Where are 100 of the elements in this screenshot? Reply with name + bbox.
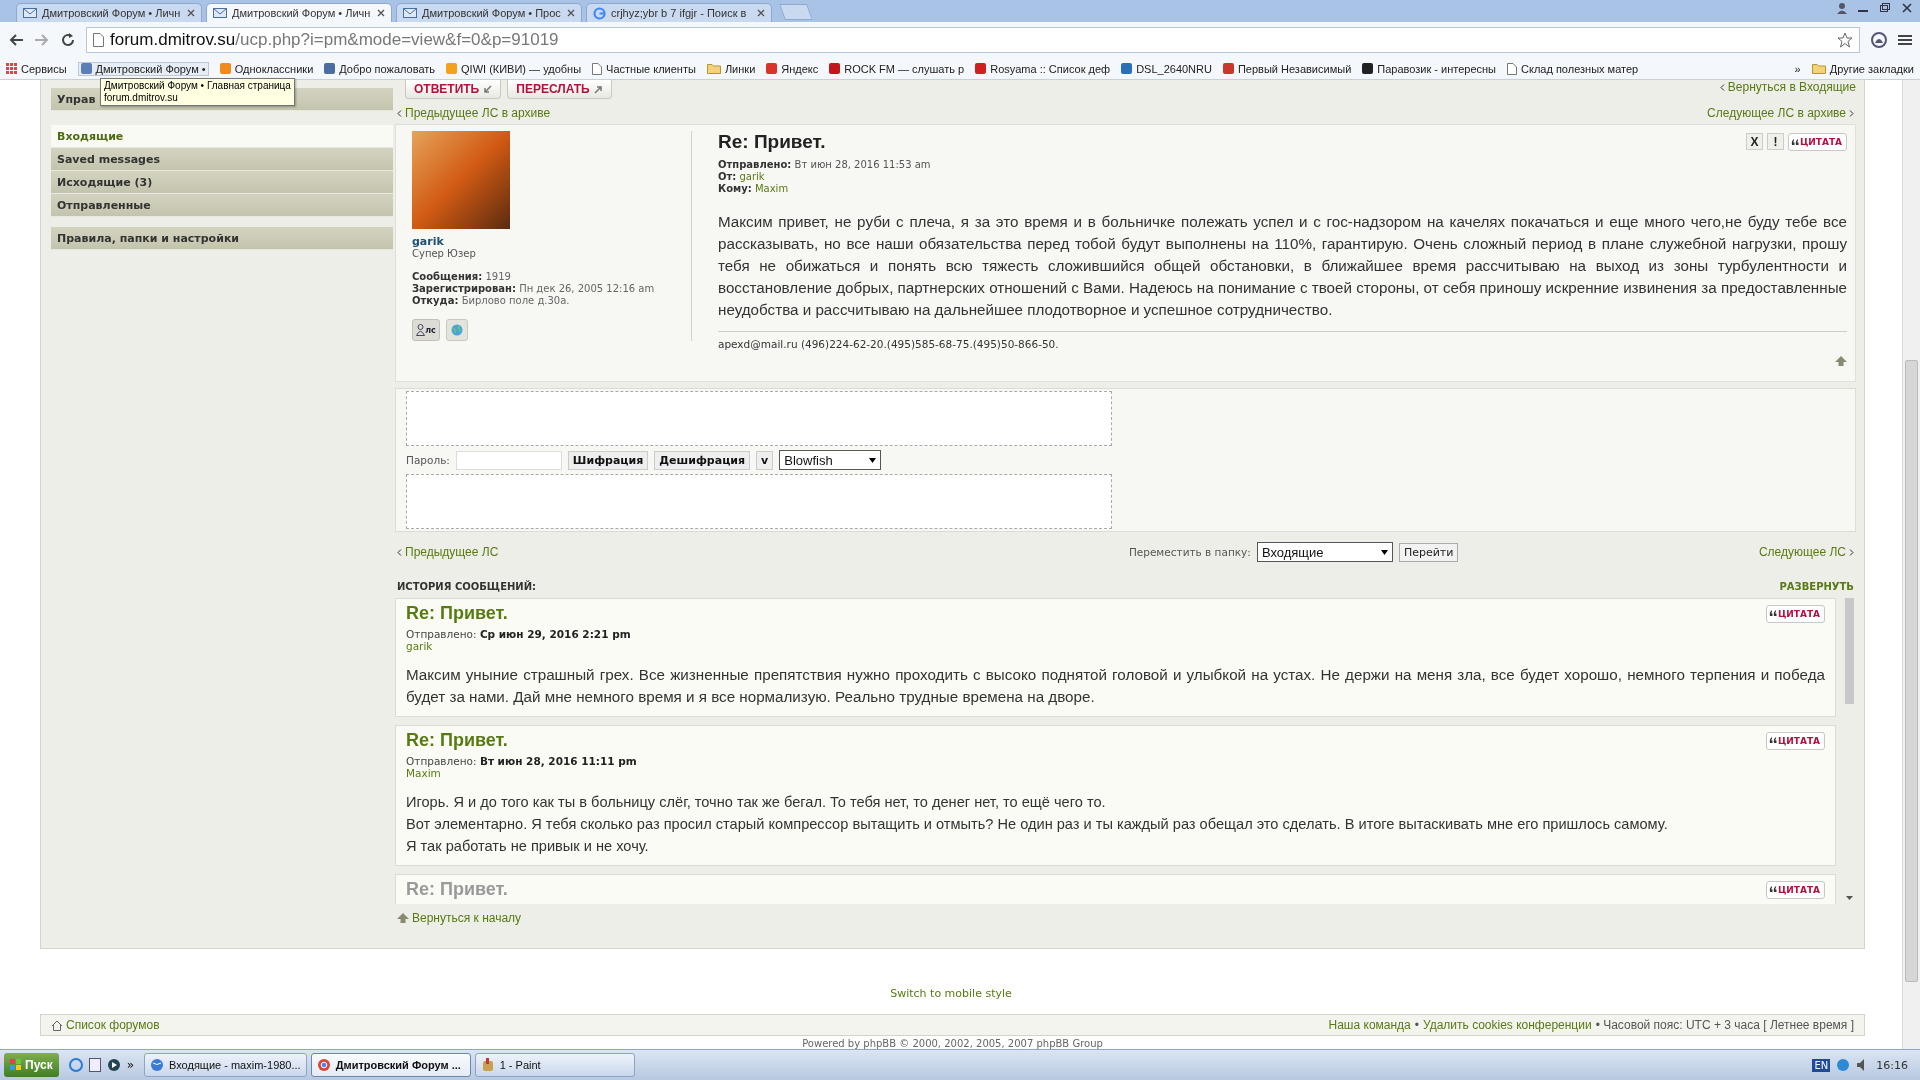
algorithm-dropdown[interactable]: Blowfish	[779, 450, 882, 470]
previous-link[interactable]: Предыдущее ЛС	[397, 545, 499, 559]
author-link[interactable]: Maxim	[406, 767, 1825, 779]
scrollbar-thumb[interactable]	[1844, 598, 1854, 704]
home-icon	[51, 1019, 63, 1031]
decrypt-button[interactable]: Дешифрация	[654, 450, 751, 470]
next-link[interactable]: Следующее ЛС в архиве	[1707, 106, 1854, 120]
password-field[interactable]	[455, 450, 562, 470]
bookmark[interactable]: Одноклассники	[219, 62, 314, 75]
post-title: Re: Привет.	[718, 131, 827, 153]
quote-mark-icon	[1790, 138, 1799, 146]
bookmark[interactable]: Сервисы	[6, 62, 67, 75]
bookmark[interactable]: Склад полезных матер	[1507, 62, 1639, 75]
bookmark[interactable]: Паравозик - интересны	[1362, 62, 1496, 75]
forum-index-link[interactable]: Список форумов	[51, 1018, 160, 1032]
reload-icon[interactable]	[60, 32, 76, 48]
move-label: Переместить в папку:	[1128, 546, 1251, 558]
quote-button[interactable]: ЦИТАТА	[1765, 880, 1825, 899]
username-link[interactable]: garik	[412, 235, 687, 248]
bookmark[interactable]: Частные клиенты	[592, 62, 696, 75]
back-link[interactable]: Вернуться в Входящие	[1719, 80, 1856, 94]
next-link[interactable]: Следующее ЛС	[1758, 545, 1854, 559]
back-arrow-icon[interactable]	[8, 33, 24, 47]
quick-launch-overflow[interactable]: »	[126, 1058, 135, 1072]
clock: 16:16	[1876, 1058, 1908, 1072]
forward-button[interactable]: ПЕРЕСЛАТЬ	[507, 80, 612, 99]
ie-icon[interactable]	[68, 1058, 83, 1072]
browser-tab[interactable]: Дмитровский Форум • Личн	[206, 3, 392, 22]
bookmark[interactable]: Первый Независимый	[1222, 62, 1352, 75]
reply-button[interactable]: ОТВЕТИТЬ	[405, 80, 502, 99]
address-bar[interactable]: forum.dmitrov.su/ucp.php?i=pm&mode=view&f=0&p=91019	[86, 27, 1860, 53]
bookmark[interactable]: Дмитровский Форум •	[77, 61, 209, 76]
browser-tab[interactable]: Дмитровский Форум • Прос	[396, 3, 582, 22]
user-icon[interactable]	[1836, 2, 1848, 14]
delete-button[interactable]: X	[1745, 133, 1763, 150]
bookmark[interactable]: Линки	[706, 62, 756, 75]
encrypt-button[interactable]: Шифрация	[567, 450, 649, 470]
history-heading: ИСТОРИЯ СООБЩЕНИЙ:	[397, 581, 537, 592]
browser-logo-icon	[316, 1058, 331, 1072]
document-icon[interactable]	[88, 1058, 101, 1072]
bookmarks-overflow[interactable]: »	[1794, 62, 1801, 75]
bookmark[interactable]: Яндекс	[766, 62, 819, 75]
globe-icon	[451, 324, 463, 336]
folder-dropdown[interactable]: Входящие	[1256, 542, 1393, 562]
report-button[interactable]: !	[1766, 133, 1784, 150]
close-icon[interactable]	[567, 9, 575, 17]
message-text: Игорь. Я и до того как ты в больницу слёг, точно так же бегал. То тебя нет, то денег нет, то ещё чего то.	[406, 793, 1107, 812]
profile-field: Сообщения: 1919	[412, 271, 687, 283]
pm-button[interactable]: лс	[412, 319, 440, 341]
bookmark[interactable]: DSL_2640NRU	[1121, 62, 1212, 75]
browser-tab[interactable]: Дмитровский Форум • Личн	[16, 3, 202, 22]
author-link[interactable]: garik	[406, 640, 1825, 652]
message-meta: Отправлено: Ср июн 29, 2016 2:21 pm	[406, 628, 632, 640]
expand-link[interactable]: РАЗВЕРНУТЬ	[1779, 581, 1854, 592]
sidebar-item[interactable]: Правила, папки и настройки	[51, 227, 393, 250]
quote-button[interactable]: ЦИТАТА	[1765, 604, 1825, 623]
previous-link[interactable]: Предыдущее ЛС в архиве	[397, 106, 551, 120]
folder-item[interactable]: Исходящие (3)	[51, 171, 393, 194]
bookmark[interactable]: Rosyama :: Список деф	[975, 62, 1111, 75]
browser-tab[interactable]: crjhyz;ybr b 7 ifgjr - Поиск в	[586, 3, 772, 22]
taskbar-button[interactable]: 1 - Paint	[474, 1053, 635, 1077]
page-icon	[592, 62, 603, 75]
network-icon[interactable]	[1836, 1058, 1851, 1072]
up-arrow-icon[interactable]	[1835, 356, 1847, 366]
extension-icon[interactable]	[1870, 31, 1888, 49]
folder-item[interactable]: Saved messages	[51, 148, 393, 171]
quote-button[interactable]: ЦИТАТА	[1765, 731, 1825, 750]
folder-item[interactable]: Отправленные	[51, 194, 393, 217]
close-icon[interactable]	[377, 9, 385, 17]
bookmark[interactable]: ROCK FM — слушать р	[829, 62, 965, 75]
post-meta: Кому: Maxim	[718, 183, 790, 195]
dropdown-arrow-icon	[869, 457, 877, 463]
restore-icon[interactable]	[1878, 2, 1892, 14]
url-text: forum.dmitrov.su/ucp.php?i=pm&mode=view&f=0&p=91019	[110, 30, 559, 50]
close-icon[interactable]	[187, 9, 195, 17]
star-icon[interactable]	[1837, 32, 1853, 48]
message-text: Максим уныние страшный грех. Все жизненные препятствия нужно проходить с высоко поднятой головой и улыбкой на устах. Не держи на меня зла, все будет хорошо, немного терпения и победа будет за нами. Дай мне немного время и я все нормализую. Реально трудные времена на дворе.	[406, 665, 1825, 707]
taskbar-button[interactable]: Входящие - maxim-1980...	[144, 1053, 307, 1077]
taskbar-button[interactable]: Дмитровский Форум ...	[310, 1053, 471, 1077]
language-indicator[interactable]: EN	[1812, 1058, 1831, 1072]
media-player-icon[interactable]	[106, 1058, 121, 1072]
mobile-style-link[interactable]: Switch to mobile style	[890, 987, 1012, 1000]
close-icon[interactable]	[1900, 2, 1914, 14]
folder-item[interactable]: Входящие	[51, 125, 393, 148]
menu-icon[interactable]	[1898, 34, 1912, 46]
page-scrollbar[interactable]	[1902, 80, 1920, 1049]
back-to-top-link[interactable]: Вернуться к началу	[397, 911, 522, 925]
quote-button[interactable]: ЦИТАТА	[1787, 133, 1847, 151]
go-button[interactable]: Перейти	[1398, 542, 1459, 562]
page-icon	[93, 33, 104, 47]
bookmark[interactable]: Добро пожаловать	[324, 62, 436, 75]
start-button[interactable]: Пуск	[4, 1053, 59, 1077]
footer-link[interactable]: Наша команда	[1328, 1018, 1411, 1032]
bookmark[interactable]: QIWI (КИВИ) — удобны	[446, 62, 582, 75]
globe-icon	[150, 1058, 165, 1072]
close-icon[interactable]	[757, 9, 765, 17]
toggle-button[interactable]: v	[756, 450, 774, 470]
bookmark[interactable]: Другие закладки	[1811, 62, 1914, 75]
footer-link[interactable]: Удалить cookies конференции	[1423, 1018, 1592, 1032]
scroll-down-icon[interactable]	[1845, 896, 1853, 900]
